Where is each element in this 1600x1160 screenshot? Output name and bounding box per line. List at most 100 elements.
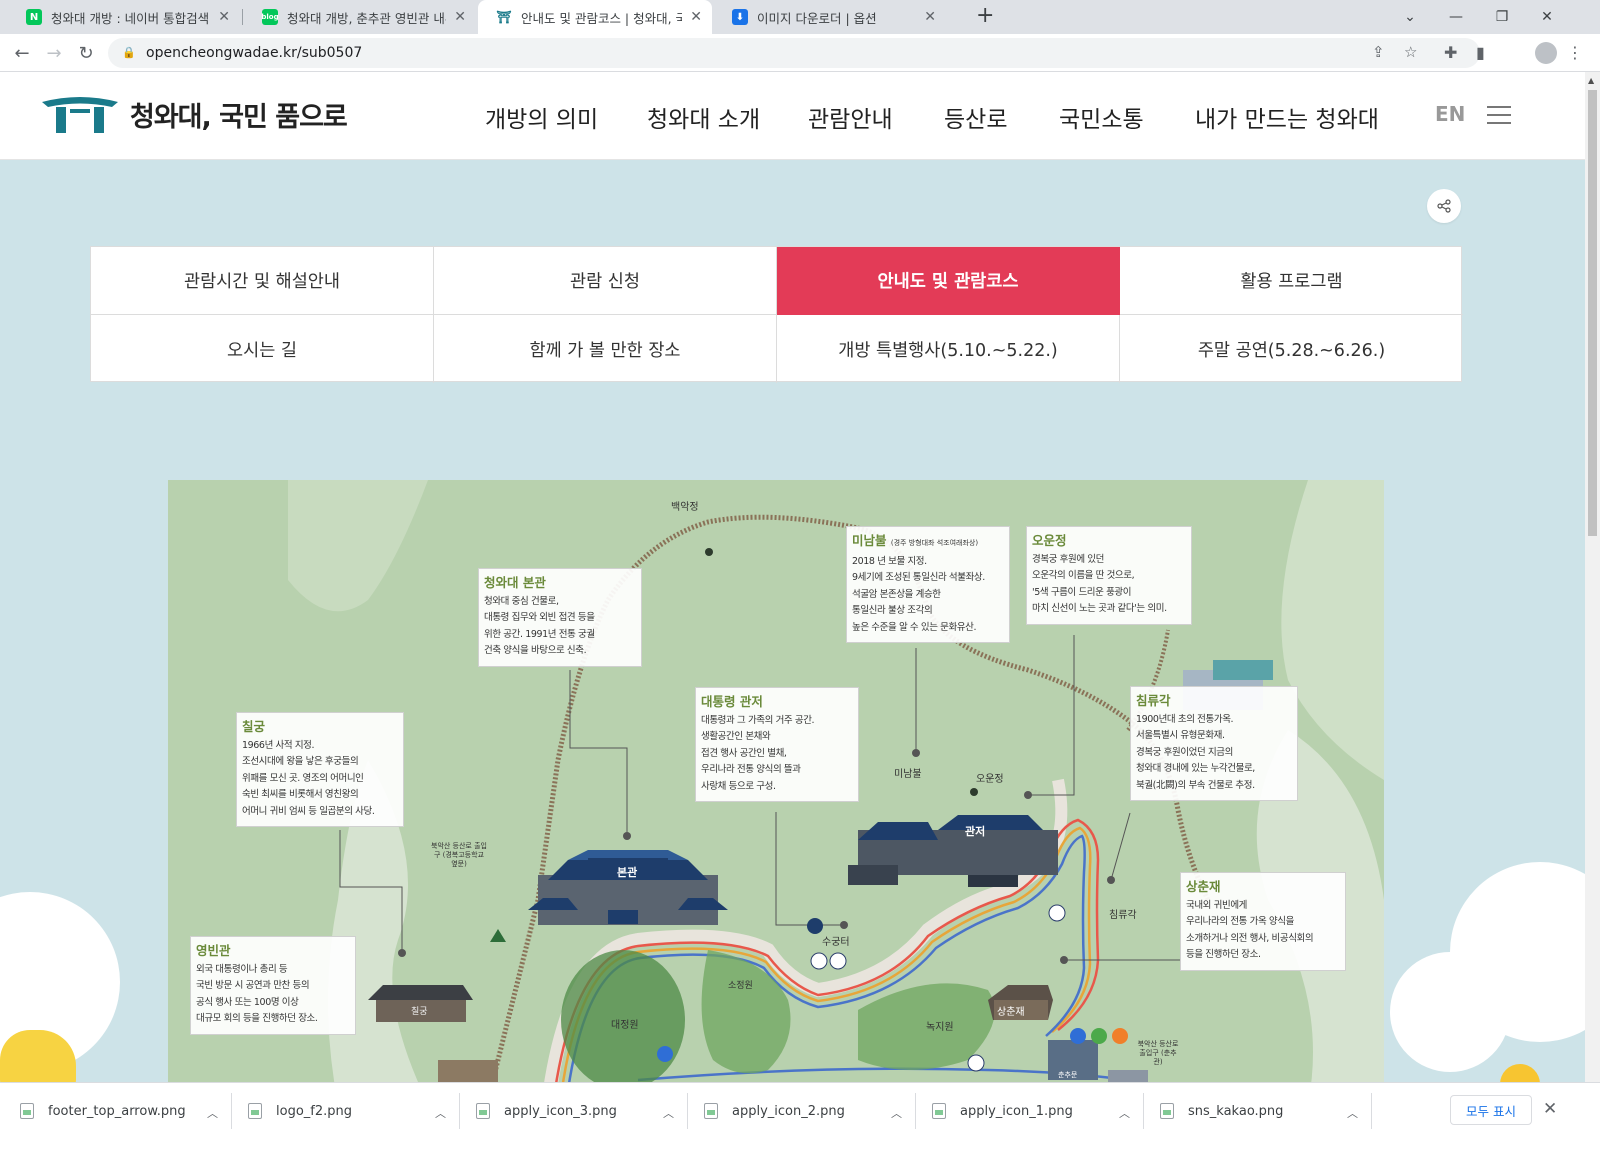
new-tab-button[interactable]: + bbox=[976, 3, 994, 28]
info-box-title: 청와대 본관 bbox=[484, 575, 546, 590]
nav-item[interactable]: 내가 만드는 청와대 bbox=[1195, 100, 1379, 134]
menu-kebab-icon[interactable]: ⋮ bbox=[1567, 43, 1583, 62]
browser-tab-active[interactable]: ⛩ 안내도 및 관람코스 | 청와대, 국 ✕ bbox=[478, 0, 712, 34]
minimize-button[interactable]: — bbox=[1433, 0, 1479, 34]
info-box-line: 공식 행사 또는 100명 이상 bbox=[196, 996, 299, 1008]
info-box-line: 오운각의 이름을 딴 것으로, bbox=[1032, 570, 1135, 581]
info-box-oounjeong: 오운정 경복궁 후원에 있던 오운각의 이름을 딴 것으로, '5색 구름이 드… bbox=[1026, 526, 1192, 625]
chevron-up-icon[interactable]: ︿ bbox=[207, 1105, 218, 1121]
info-box-line: 국빈 방문 시 공연과 만찬 등의 bbox=[196, 980, 310, 991]
share-page-icon[interactable]: ⇪ bbox=[1372, 43, 1385, 61]
chevron-up-icon[interactable]: ︿ bbox=[891, 1105, 902, 1121]
forward-button[interactable]: → bbox=[40, 39, 68, 67]
close-icon[interactable]: ✕ bbox=[924, 9, 936, 25]
scrollbar-thumb[interactable] bbox=[1588, 90, 1597, 536]
info-box-line: 소개하거나 의전 행사, 비공식회의 bbox=[1186, 932, 1314, 944]
subtab-hours[interactable]: 관람시간 및 해설안내 bbox=[91, 247, 434, 315]
profile-avatar[interactable] bbox=[1535, 42, 1557, 64]
close-icon[interactable]: ✕ bbox=[218, 9, 230, 25]
close-icon[interactable]: ✕ bbox=[454, 9, 466, 25]
address-bar[interactable]: 🔒 opencheongwadae.kr/sub0507 ⇪ ☆ bbox=[108, 38, 1480, 68]
site-header: 청와대, 국민 품으로 개방의 의미 청와대 소개 관람안내 등산로 국민소통 … bbox=[0, 72, 1585, 160]
info-box-line: 국내외 귀빈에게 bbox=[1186, 899, 1247, 911]
side-panel-icon[interactable]: ▮ bbox=[1476, 43, 1485, 62]
site-logo[interactable]: 청와대, 국민 품으로 bbox=[40, 94, 348, 134]
nav-item[interactable]: 등산로 bbox=[944, 100, 1007, 134]
bookmark-star-icon[interactable]: ☆ bbox=[1404, 43, 1417, 61]
info-box-line: 등을 진행하던 장소. bbox=[1186, 949, 1261, 960]
chevron-up-icon[interactable]: ︿ bbox=[1347, 1105, 1358, 1121]
page-scrollbar[interactable]: ▲ ▼ bbox=[1585, 72, 1600, 1104]
browser-tab[interactable]: blog 청와대 개방, 춘추관 영빈관 내부 ✕ bbox=[244, 0, 476, 34]
download-item[interactable]: apply_icon_3.png ︿ bbox=[476, 1083, 674, 1139]
map-label: 백악정 bbox=[671, 501, 699, 513]
info-box-minambul: 미남불 (경주 방형대좌 석조여래좌상) 2018 년 보물 지정. 9세기에 … bbox=[846, 526, 1010, 643]
png-file-icon bbox=[20, 1103, 34, 1119]
map-label: 수궁터 bbox=[822, 936, 850, 948]
chevron-up-icon[interactable]: ︿ bbox=[435, 1105, 446, 1121]
subtab-directions[interactable]: 오시는 길 bbox=[91, 315, 434, 383]
nav-item[interactable]: 국민소통 bbox=[1059, 100, 1144, 134]
extensions-icon[interactable]: ✚ bbox=[1444, 43, 1457, 62]
info-box-line: 우리나라의 전통 가옥 양식을 bbox=[1186, 916, 1294, 927]
guide-map: 백악정 본관 관저 미남불 오운정 침류각 수궁터 상춘재 대정원 소정원 녹지… bbox=[168, 480, 1384, 1104]
info-box-line: 1966년 사적 지정. bbox=[242, 739, 315, 751]
close-icon[interactable]: ✕ bbox=[690, 9, 702, 25]
info-box-chilgung: 칠궁 1966년 사적 지정. 조선시대에 왕을 낳은 후궁들의 위패를 모신 … bbox=[236, 712, 404, 827]
browser-tab[interactable]: ⬇ 이미지 다운로더 | 옵션 ✕ bbox=[714, 0, 946, 34]
subtab-apply[interactable]: 관람 신청 bbox=[434, 247, 777, 315]
info-box-line: 대통령과 그 가족의 거주 공간. bbox=[701, 714, 815, 726]
show-all-downloads-button[interactable]: 모두 표시 bbox=[1450, 1095, 1532, 1125]
subtab-map-course[interactable]: 안내도 및 관람코스 bbox=[777, 247, 1120, 315]
map-label: 대정원 bbox=[611, 1019, 639, 1031]
close-window-button[interactable]: ✕ bbox=[1524, 0, 1570, 34]
tab-search-icon[interactable]: ⌄ bbox=[1387, 0, 1433, 34]
restroom-icon bbox=[967, 1054, 985, 1072]
nav-item[interactable]: 개방의 의미 bbox=[485, 100, 598, 134]
reload-button[interactable]: ↻ bbox=[72, 39, 100, 67]
browser-tab[interactable]: N 청와대 개방 : 네이버 통합검색 ✕ bbox=[8, 0, 240, 34]
nav-item[interactable]: 관람안내 bbox=[808, 100, 893, 134]
page-viewport: 청와대, 국민 품으로 개방의 의미 청와대 소개 관람안내 등산로 국민소통 … bbox=[0, 72, 1585, 1104]
map-label: 관저 bbox=[965, 824, 985, 838]
info-box-line: 우리나라 전통 양식의 뜰과 bbox=[701, 764, 801, 775]
subtab-nearby[interactable]: 함께 가 볼 만한 장소 bbox=[434, 315, 777, 383]
info-box-title: 칠궁 bbox=[242, 719, 266, 734]
info-icon bbox=[1070, 1028, 1086, 1044]
divider bbox=[459, 1093, 460, 1129]
subtab-weekend-show[interactable]: 주말 공연(5.28.~6.26.) bbox=[1120, 315, 1463, 383]
close-icon[interactable]: ✕ bbox=[1543, 1099, 1557, 1119]
nav-item[interactable]: 청와대 소개 bbox=[647, 100, 760, 134]
download-icon: ⬇ bbox=[732, 9, 748, 25]
png-file-icon bbox=[248, 1103, 262, 1119]
language-toggle[interactable]: EN bbox=[1435, 102, 1465, 126]
download-item[interactable]: sns_kakao.png ︿ bbox=[1160, 1083, 1358, 1139]
info-box-title: 침류각 bbox=[1136, 693, 1171, 708]
info-box-line: 9세기에 조성된 통일신라 석불좌상. bbox=[852, 572, 985, 583]
share-button[interactable] bbox=[1427, 189, 1461, 223]
hamburger-menu-icon[interactable] bbox=[1487, 106, 1511, 126]
info-box-chimnyugak: 침류각 1900년대 초의 전통가옥. 서울특별시 유형문화재. 경복궁 후원이… bbox=[1130, 686, 1298, 801]
chevron-up-icon[interactable]: ︿ bbox=[1119, 1105, 1130, 1121]
back-button[interactable]: ← bbox=[8, 39, 36, 67]
download-item[interactable]: apply_icon_1.png ︿ bbox=[932, 1083, 1130, 1139]
subtab-grid: 관람시간 및 해설안내 관람 신청 안내도 및 관람코스 활용 프로그램 오시는… bbox=[90, 246, 1463, 383]
trailhead-icon bbox=[490, 929, 506, 942]
map-label: 침류각 bbox=[1109, 909, 1137, 921]
restore-button[interactable]: ❐ bbox=[1479, 0, 1525, 34]
subtab-special-event[interactable]: 개방 특별행사(5.10.~5.22.) bbox=[777, 315, 1120, 383]
naver-icon: N bbox=[26, 9, 42, 25]
scroll-up-icon[interactable]: ▲ bbox=[1588, 76, 1594, 85]
map-label: 미남불 bbox=[894, 768, 922, 780]
download-item[interactable]: footer_top_arrow.png ︿ bbox=[20, 1083, 218, 1139]
chevron-up-icon[interactable]: ︿ bbox=[663, 1105, 674, 1121]
info-box-line: 외국 대통령이나 총리 등 bbox=[196, 963, 288, 975]
subtab-programs[interactable]: 활용 프로그램 bbox=[1120, 247, 1463, 315]
download-item[interactable]: logo_f2.png ︿ bbox=[248, 1083, 446, 1139]
png-file-icon bbox=[476, 1103, 490, 1119]
share-icon bbox=[1437, 199, 1451, 213]
info-box-line: 위한 공간. 1991년 전통 궁궐 bbox=[484, 628, 595, 640]
restroom-icon bbox=[810, 952, 828, 970]
info-box-line: 접견 행사 공간인 별채, bbox=[701, 747, 787, 759]
download-item[interactable]: apply_icon_2.png ︿ bbox=[704, 1083, 902, 1139]
